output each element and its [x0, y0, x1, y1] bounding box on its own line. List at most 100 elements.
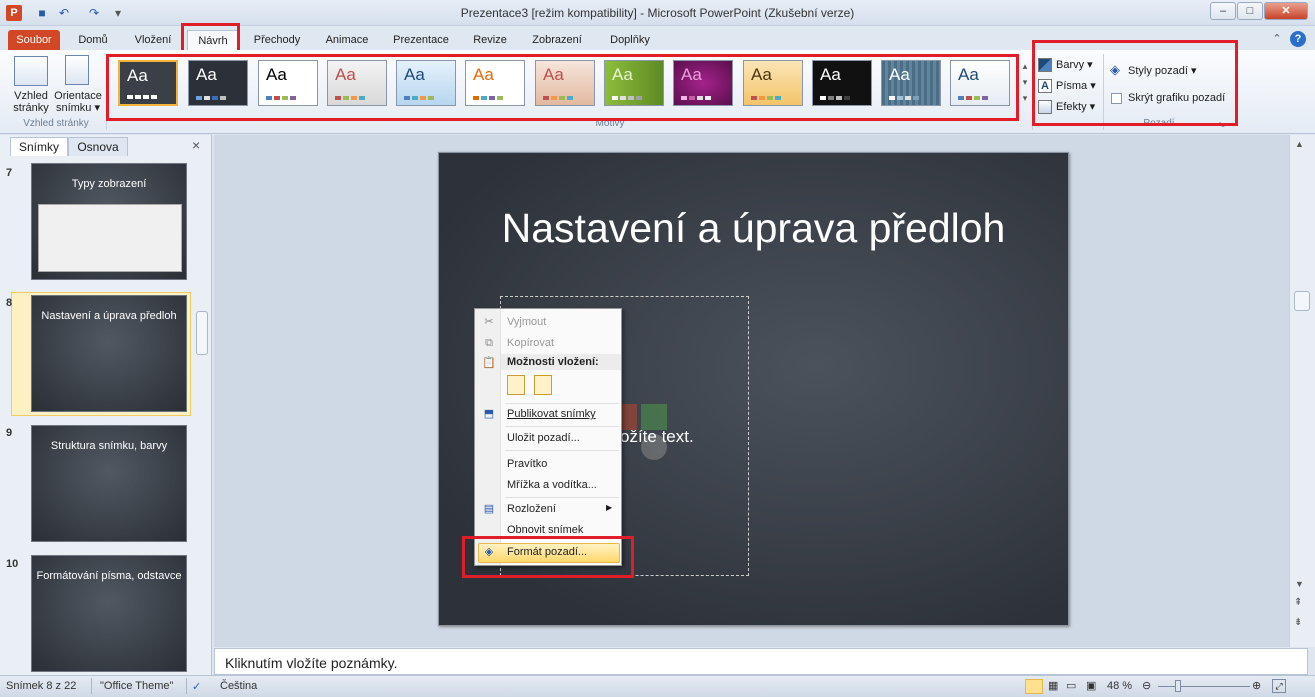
- submenu-arrow-icon: ▶: [606, 503, 613, 512]
- tab-review[interactable]: Revize: [466, 30, 514, 50]
- zoom-out-icon[interactable]: ⊖: [1142, 679, 1151, 692]
- highlight-design-tab: [181, 23, 240, 53]
- spellcheck-icon[interactable]: ✓: [192, 680, 201, 693]
- redo-icon[interactable]: ↷: [86, 5, 102, 21]
- tab-addins[interactable]: Doplňky: [600, 30, 660, 50]
- fit-to-window-icon[interactable]: ⤢: [1272, 679, 1286, 693]
- thumbnail-title: Nastavení a úprava předloh: [41, 310, 177, 322]
- window-title: Prezentace3 [režim kompatibility] - Micr…: [460, 6, 855, 20]
- reading-view-icon[interactable]: ▭: [1066, 679, 1076, 692]
- zoom-in-icon[interactable]: ⊕: [1252, 679, 1261, 692]
- scroll-up-icon[interactable]: ▲: [1295, 139, 1304, 149]
- zoom-level[interactable]: 48 %: [1107, 680, 1132, 692]
- slide-thumbnail-10[interactable]: Formátování písma, odstavce: [31, 555, 187, 672]
- slide-number: 8: [6, 297, 13, 309]
- customize-qat-icon[interactable]: ▾: [110, 5, 126, 21]
- page-setup-icon[interactable]: [14, 56, 48, 86]
- page-setup-label-2: stránky: [13, 102, 49, 114]
- page-setup-label-1: Vzhled: [14, 90, 48, 102]
- thumbnail-title: Typy zobrazení: [71, 178, 147, 190]
- thumbnail-title: Struktura snímku, barvy: [50, 440, 168, 452]
- slide-counter: Snímek 8 z 22: [6, 680, 77, 692]
- maximize-button[interactable]: □: [1237, 2, 1263, 20]
- tab-insert[interactable]: Vložení: [126, 30, 180, 50]
- status-bar: Snímek 8 z 22 "Office Theme" ✓ Čeština ▦…: [0, 675, 1315, 697]
- orientation-label-2: snímku ▾: [55, 102, 101, 114]
- slide-number: 7: [6, 167, 13, 179]
- slide-orientation-button[interactable]: Orientace snímku ▾: [52, 90, 104, 114]
- thumbnail-title: Formátování písma, odstavce: [36, 570, 182, 582]
- publish-slides-icon: ⬒: [483, 408, 495, 420]
- pane-scrollbar-thumb[interactable]: [196, 311, 208, 355]
- collapse-ribbon-icon[interactable]: ⌃: [1270, 32, 1284, 46]
- tab-outline[interactable]: Osnova: [68, 137, 128, 156]
- slide-number: 9: [6, 427, 13, 439]
- theme-name[interactable]: "Office Theme": [100, 680, 173, 692]
- paste-options-header: Možnosti vložení:: [507, 356, 599, 368]
- close-pane-icon[interactable]: ×: [192, 137, 200, 153]
- slide-orientation-icon[interactable]: [65, 55, 89, 85]
- menu-item-cut[interactable]: Vyjmout: [507, 316, 546, 328]
- menu-item-layout[interactable]: Rozložení: [507, 503, 556, 515]
- slideshow-icon[interactable]: ▣: [1086, 679, 1096, 692]
- menu-item-grid-guides[interactable]: Mřížka a vodítka...: [507, 479, 597, 491]
- menu-item-reset-slide[interactable]: Obnovit snímek: [507, 524, 583, 536]
- next-slide-icon[interactable]: ⇟: [1294, 617, 1302, 628]
- notes-pane[interactable]: Kliknutím vložíte poznámky.: [214, 648, 1308, 675]
- tab-transitions[interactable]: Přechody: [248, 30, 306, 50]
- paste-picture-icon[interactable]: [534, 375, 552, 395]
- previous-slide-icon[interactable]: ⇞: [1294, 597, 1302, 608]
- menu-item-save-background[interactable]: Uložit pozadí...: [507, 432, 580, 444]
- tab-file[interactable]: Soubor: [8, 30, 60, 50]
- screenshot-image: [38, 204, 182, 272]
- tab-view[interactable]: Zobrazení: [526, 30, 588, 50]
- save-icon[interactable]: ■: [34, 5, 50, 21]
- slides-pane: Snímky Osnova × 7 Typy zobrazení 8 Nasta…: [0, 135, 212, 675]
- tab-slideshow[interactable]: Prezentace: [388, 30, 454, 50]
- scrollbar-thumb[interactable]: [1294, 291, 1310, 311]
- vertical-scrollbar[interactable]: ▲ ▼ ⇞ ⇟: [1289, 135, 1315, 647]
- slide-thumbnail-9[interactable]: Struktura snímku, barvy: [31, 425, 187, 542]
- menu-separator: [505, 497, 619, 498]
- cut-icon: ✂: [484, 316, 494, 328]
- tab-animations[interactable]: Animace: [318, 30, 376, 50]
- slide-number: 10: [6, 558, 19, 570]
- paste-icon: 📋: [482, 357, 496, 369]
- page-setup-group-label: Vzhled stránky: [23, 118, 89, 129]
- powerpoint-app-icon[interactable]: P: [6, 5, 22, 21]
- context-menu: ✂ Vyjmout ⧉ Kopírovat 📋 Možnosti vložení…: [474, 308, 622, 566]
- menu-separator: [505, 403, 619, 404]
- scroll-down-icon[interactable]: ▼: [1295, 579, 1304, 589]
- menu-item-copy[interactable]: Kopírovat: [507, 337, 554, 349]
- menu-item-ruler[interactable]: Pravítko: [507, 458, 547, 470]
- tab-slides[interactable]: Snímky: [10, 137, 68, 156]
- highlight-background-options: [1032, 40, 1238, 126]
- menu-item-publish-slides[interactable]: Publikovat snímky: [507, 408, 596, 420]
- highlight-themes-gallery: [106, 54, 1019, 121]
- help-icon[interactable]: ?: [1290, 31, 1306, 47]
- slide-sorter-icon[interactable]: ▦: [1048, 679, 1058, 692]
- undo-icon[interactable]: ↶: [56, 5, 72, 21]
- status-separator: [91, 678, 92, 694]
- zoom-slider-track[interactable]: [1158, 686, 1250, 687]
- menu-separator: [505, 450, 619, 451]
- copy-icon: ⧉: [485, 337, 493, 349]
- normal-view-icon[interactable]: [1025, 679, 1043, 694]
- notes-placeholder: Kliknutím vložíte poznámky.: [225, 655, 398, 671]
- zoom-slider-thumb[interactable]: [1175, 680, 1181, 692]
- highlight-format-background: [462, 536, 634, 578]
- slide-title[interactable]: Nastavení a úprava předloh: [438, 205, 1069, 252]
- page-setup-button[interactable]: Vzhled stránky: [10, 90, 52, 114]
- minimize-button[interactable]: –: [1210, 2, 1236, 20]
- placeholder-text: ožíte text.: [620, 427, 694, 446]
- theme-gallery-scroll[interactable]: ▴ ▾ ▾: [1019, 58, 1031, 110]
- orientation-label-1: Orientace: [54, 90, 102, 102]
- slide-thumbnail-7[interactable]: Typy zobrazení: [31, 163, 187, 280]
- paste-keep-source-icon[interactable]: [507, 375, 525, 395]
- layout-icon: ▤: [483, 503, 495, 515]
- slide-thumbnail-8[interactable]: Nastavení a úprava předloh: [31, 295, 187, 412]
- language[interactable]: Čeština: [220, 680, 257, 692]
- tab-home[interactable]: Domů: [70, 30, 116, 50]
- menu-separator: [505, 426, 619, 427]
- close-button[interactable]: ✕: [1264, 2, 1308, 20]
